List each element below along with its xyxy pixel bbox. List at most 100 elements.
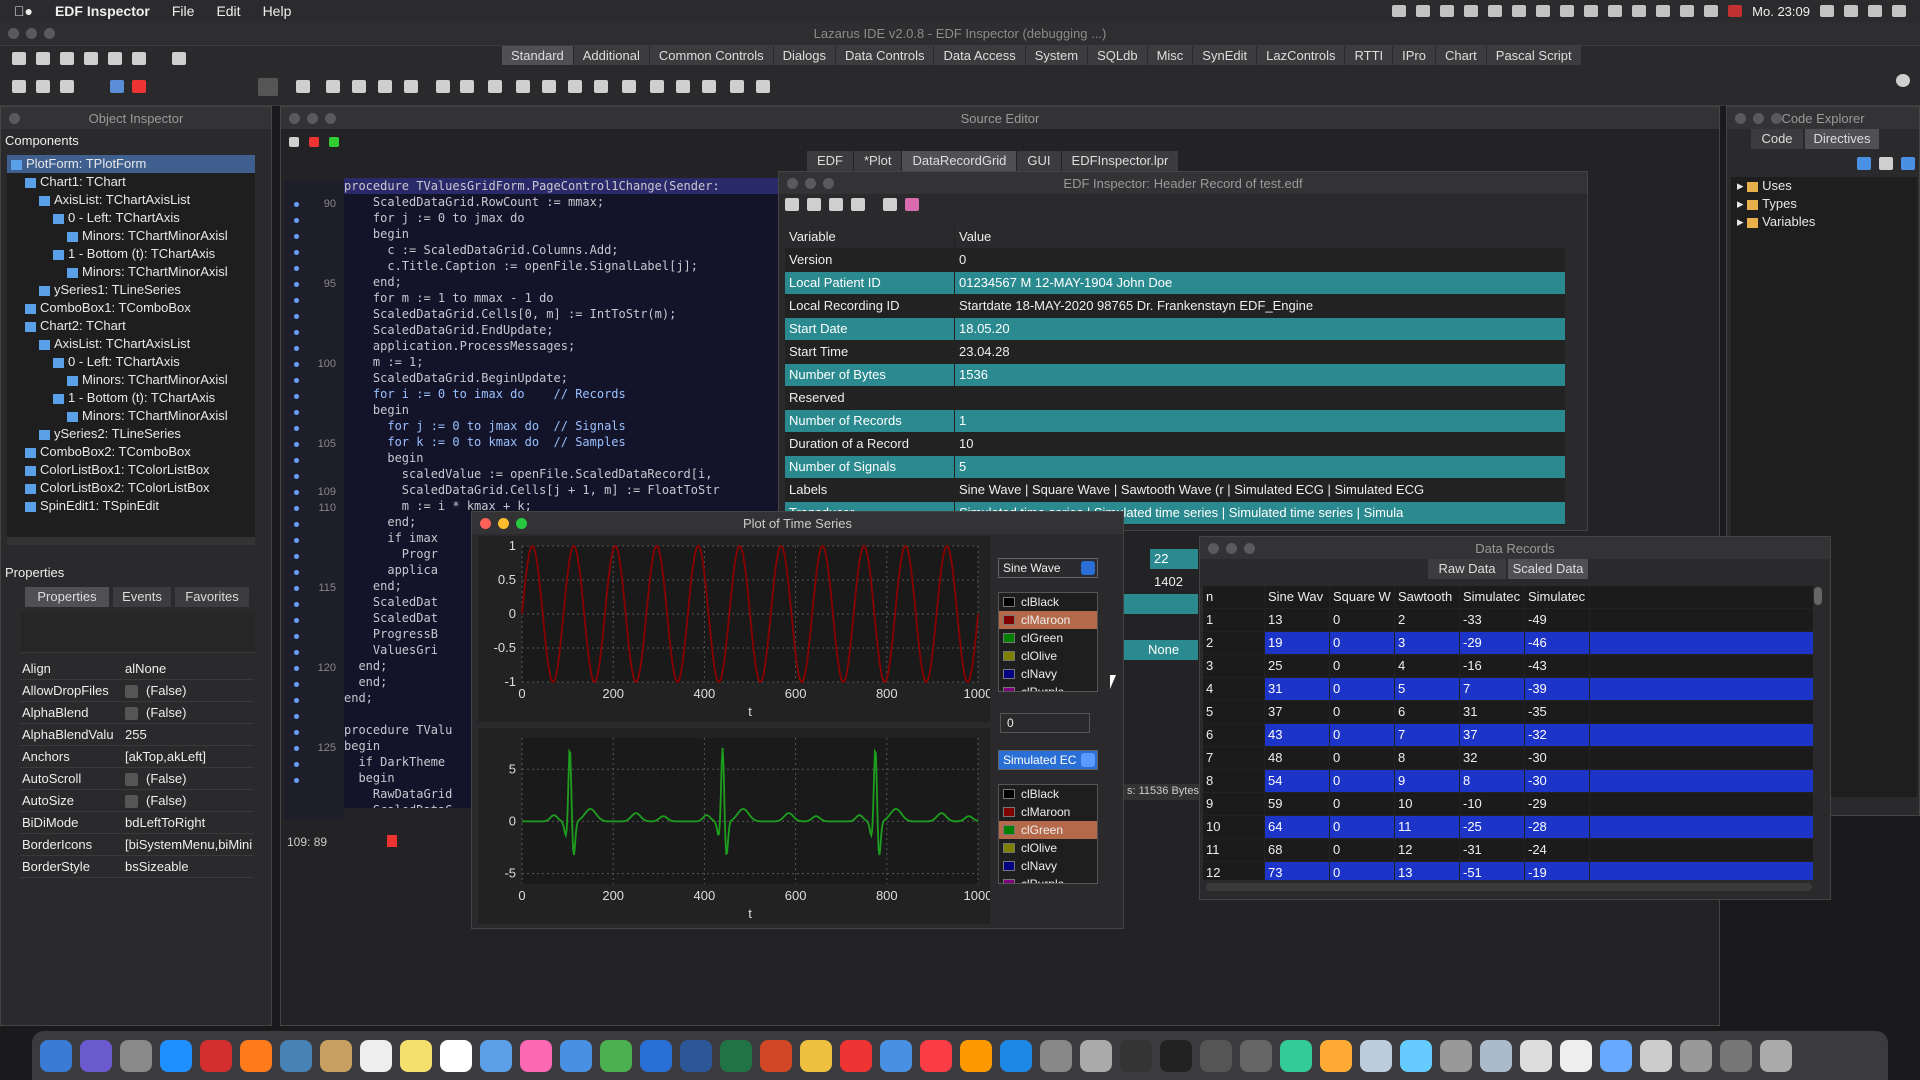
breakpoint-dot-icon[interactable] [294, 570, 299, 575]
view-forms-icon[interactable] [12, 80, 26, 93]
dock-app-icon[interactable] [120, 1039, 152, 1072]
zoom-button[interactable] [44, 28, 55, 39]
table-row[interactable]: 5 37 0 6 31 -35 [1203, 701, 1813, 724]
chart-ecg[interactable]: 0 200 400 600 800 100050-5t [478, 728, 990, 924]
palette-tab-pascal-script[interactable]: Pascal Script [1486, 46, 1582, 65]
bookmark-icon[interactable] [289, 137, 299, 147]
table-row[interactable]: 7 48 0 8 32 -30 [1203, 747, 1813, 770]
spinedit[interactable]: 0 [1000, 713, 1090, 733]
chart-sine[interactable]: 0 200 400 600 800 1000 1 0.5 0 -0.5 -1 t [478, 536, 990, 722]
save-icon[interactable] [84, 52, 98, 65]
refresh-icon[interactable] [1857, 157, 1871, 170]
wifi-icon[interactable] [1656, 5, 1671, 17]
color-list-item[interactable]: clNavy [999, 857, 1097, 875]
breakpoint-dot-icon[interactable] [294, 314, 299, 319]
close-button[interactable] [9, 113, 20, 124]
palette-tab-ipro[interactable]: IPro [1393, 46, 1436, 65]
breakpoint-dot-icon[interactable] [294, 474, 299, 479]
color-list-item[interactable]: clOlive [999, 647, 1097, 665]
dock-app-icon[interactable] [1120, 1039, 1152, 1072]
minimize-button[interactable] [1226, 543, 1237, 554]
app-name[interactable]: EDF Inspector [55, 3, 150, 19]
tbutton-icon[interactable] [352, 80, 366, 93]
tab-directives[interactable]: Directives [1805, 129, 1879, 149]
editor-gutter[interactable]: 90 95 100 105 109 110 115 120 125 [284, 180, 344, 820]
property-row[interactable]: BorderIcons [biSystemMenu,biMini [20, 834, 254, 856]
breakpoint-dot-icon[interactable] [294, 506, 299, 511]
code-line[interactable]: procedure TValuesGridForm.PageControl1Ch… [344, 178, 784, 194]
close-button[interactable] [289, 113, 300, 124]
tactionlist-icon[interactable] [756, 80, 770, 93]
dock-app-icon[interactable] [400, 1039, 432, 1072]
breakpoint-dot-icon[interactable] [294, 698, 299, 703]
dock-app-icon[interactable] [1000, 1039, 1032, 1072]
breakpoint-dot-icon[interactable] [294, 442, 299, 447]
dock-app-icon[interactable] [1240, 1039, 1272, 1072]
dock-app-icon[interactable] [920, 1039, 952, 1072]
breakpoint-dot-icon[interactable] [294, 426, 299, 431]
component-tree[interactable]: PlotForm: TPlotForm Chart1: TChart AxisLis… [7, 155, 255, 537]
tab-properties[interactable]: Properties [25, 587, 109, 607]
ttogglebox-icon[interactable] [460, 80, 474, 93]
tcheckbox-icon[interactable] [488, 80, 502, 93]
code-line[interactable]: for j := 0 to jmax do // Signals [344, 418, 784, 434]
close-button[interactable] [8, 28, 19, 39]
siri-icon[interactable] [1868, 5, 1882, 17]
breakpoint-dot-icon[interactable] [294, 586, 299, 591]
bluetooth-icon[interactable] [1632, 5, 1647, 17]
zoom-button[interactable] [823, 178, 834, 189]
close-button[interactable] [787, 178, 798, 189]
color-list-item[interactable]: clOlive [999, 839, 1097, 857]
palette-tab-misc[interactable]: Misc [1147, 46, 1194, 65]
clock[interactable]: Mo. 23:09 [1752, 4, 1810, 19]
property-row[interactable]: AllowDropFiles (False) [20, 680, 254, 702]
plot-icon[interactable] [905, 198, 919, 211]
property-row[interactable]: AutoScroll (False) [20, 768, 254, 790]
property-row[interactable]: Anchors [akTop,akLeft] [20, 746, 254, 768]
tradiobutton-icon[interactable] [516, 80, 530, 93]
breakpoint-dot-icon[interactable] [294, 234, 299, 239]
color-list-item[interactable]: clGreen [999, 821, 1097, 839]
minimize-button[interactable] [498, 518, 509, 529]
table-row[interactable]: 2 19 0 3 -29 -46 [1203, 632, 1813, 655]
breakpoint-dot-icon[interactable] [294, 458, 299, 463]
tree-node[interactable]: ySeries2: TLineSeries [7, 425, 255, 443]
breakpoint-dot-icon[interactable] [294, 282, 299, 287]
breakpoint-dot-icon[interactable] [294, 682, 299, 687]
checkbox[interactable] [125, 685, 138, 699]
code-line[interactable]: begin [344, 450, 784, 466]
tcombobox-icon[interactable] [568, 80, 582, 93]
data-records-grid[interactable]: n Sine Wav Square W Sawtooth Simulatec Simula… [1203, 586, 1813, 880]
property-row[interactable]: Align alNone [20, 658, 254, 680]
notification-center-icon[interactable] [1892, 5, 1906, 17]
dock-app-icon[interactable] [1080, 1039, 1112, 1072]
save-all-icon[interactable] [108, 52, 122, 65]
tab-edfinspector-lpr[interactable]: EDFInspector.lpr [1061, 151, 1179, 171]
dock-app-icon[interactable] [600, 1039, 632, 1072]
tree-node[interactable]: ColorListBox2: TColorListBox [7, 479, 255, 497]
breakpoint-dot-icon[interactable] [294, 522, 299, 527]
breakpoint-dot-icon[interactable] [294, 714, 299, 719]
table-icon[interactable] [883, 198, 897, 211]
breakpoint-dot-icon[interactable] [294, 762, 299, 767]
code-line[interactable]: for k := 0 to kmax do // Samples [344, 434, 784, 450]
property-value[interactable]: (False) [122, 771, 254, 787]
column-header[interactable]: Simulatec [1525, 586, 1590, 608]
menu-edit[interactable]: Edit [216, 3, 240, 19]
change-build-mode-icon[interactable] [36, 80, 50, 93]
dock-app-icon[interactable] [40, 1039, 72, 1072]
tree-node[interactable]: AxisList: TChartAxisList [7, 335, 255, 353]
tree-node[interactable]: SpinEdit1: TSpinEdit [7, 497, 255, 515]
tray-icon[interactable] [1488, 5, 1503, 17]
new-icon[interactable] [785, 198, 799, 211]
palette-tab-system[interactable]: System [1025, 46, 1089, 65]
breakpoint-dot-icon[interactable] [294, 634, 299, 639]
dock-app-icon[interactable] [480, 1039, 512, 1072]
property-value[interactable]: [akTop,akLeft] [122, 749, 254, 764]
palette-tab-sqldb[interactable]: SQLdb [1088, 46, 1148, 65]
brightness-icon[interactable] [1440, 5, 1455, 17]
breakpoint-dot-icon[interactable] [294, 554, 299, 559]
palette-tab-dialogs[interactable]: Dialogs [773, 46, 836, 65]
tab-favorites[interactable]: Favorites [175, 587, 249, 607]
code-line[interactable]: for j := 0 to jmax do [344, 210, 784, 226]
